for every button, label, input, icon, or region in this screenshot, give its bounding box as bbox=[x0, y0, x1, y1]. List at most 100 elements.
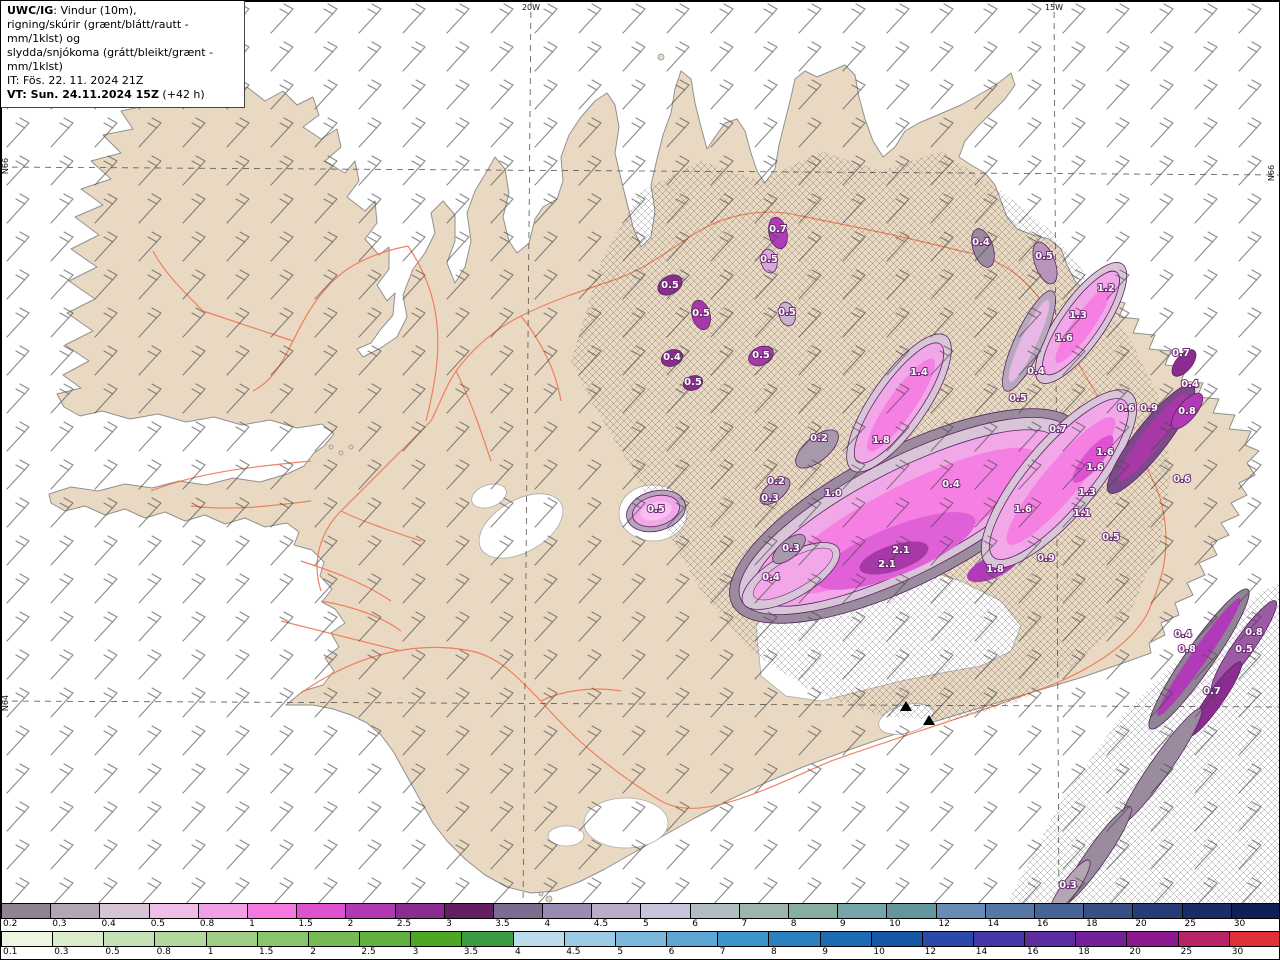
precip-value-label: 0.7 bbox=[769, 224, 787, 235]
rain-scale-cell bbox=[871, 932, 923, 946]
precip-value-label: 0.3 bbox=[761, 493, 779, 504]
rain-scale-cell bbox=[104, 932, 156, 946]
rain-scale-cell bbox=[513, 932, 565, 946]
rain-scale-cell bbox=[257, 932, 309, 946]
scale-tick-label: 0.4 bbox=[101, 919, 116, 929]
scale-tick-label: 7 bbox=[719, 947, 726, 957]
rain-scale-cell bbox=[308, 932, 361, 946]
snow-scale-cell bbox=[1, 904, 52, 918]
snow-scale-cell bbox=[100, 904, 150, 918]
rain-scale-cell bbox=[1229, 932, 1279, 946]
snow-scale-cell bbox=[739, 904, 789, 918]
rain-scale-cell bbox=[973, 932, 1026, 946]
snow-scale-cell bbox=[297, 904, 347, 918]
precip-value-label: 0.3 bbox=[1059, 880, 1077, 891]
rain-scale-cell bbox=[820, 932, 872, 946]
forecast-title-box: UWC/IG: Vindur (10m), rigning/skúrir (gr… bbox=[1, 1, 245, 108]
precip-value-label: 1.6 bbox=[1014, 504, 1032, 515]
precip-value-label: 1.6 bbox=[1086, 462, 1104, 473]
scale-tick-label: 2.5 bbox=[396, 919, 412, 929]
rain-scale-cell bbox=[53, 932, 105, 946]
rain-scale-cell bbox=[360, 932, 412, 946]
rain-scale-cell bbox=[615, 932, 668, 946]
scale-tick-label: 18 bbox=[1086, 919, 1098, 929]
snow-scale-cell bbox=[887, 904, 937, 918]
precip-value-label: 0.5 bbox=[752, 350, 770, 361]
precip-value-label: 0.5 bbox=[661, 280, 679, 291]
snow-scale-cell bbox=[592, 904, 642, 918]
scale-tick-label: 4.5 bbox=[566, 947, 581, 957]
rain-scale-cell bbox=[206, 932, 258, 946]
rain-scale-cell bbox=[922, 932, 974, 946]
snow-scale-cell bbox=[149, 904, 199, 918]
scale-tick-label: 2 bbox=[310, 947, 316, 957]
precip-value-label: 0.7 bbox=[1203, 686, 1221, 697]
snow-scale-cell bbox=[346, 904, 396, 918]
precip-value-label: 0.8 bbox=[1245, 627, 1263, 638]
precip-value-label: 1.3 bbox=[1078, 487, 1096, 498]
scale-tick-label: 4 bbox=[544, 919, 551, 929]
scale-tick-label: 0.3 bbox=[52, 919, 67, 929]
precip-value-label: 0.2 bbox=[767, 476, 785, 487]
rain-scale-ticks: 0.1 0.3 0.5 0.8 1 1.5 2 2.5 3 3.5 4 4.5 5 6 7 8 9 10 12 14 1… bbox=[1, 947, 1279, 959]
snow-scale-cell bbox=[985, 904, 1035, 918]
scale-tick-label: 12 bbox=[938, 919, 950, 929]
wind-barbs-field bbox=[1, 1, 1279, 905]
scale-tick-label: 0.5 bbox=[105, 947, 120, 957]
meridian-label: 15W bbox=[1045, 3, 1063, 12]
parallel-label: N66 bbox=[1, 158, 10, 174]
scale-tick-label: 16 bbox=[1027, 947, 1039, 957]
precip-value-label: 0.9 bbox=[1140, 403, 1158, 414]
scale-tick-label: 2.5 bbox=[361, 947, 376, 957]
precip-value-label: 1.3 bbox=[1069, 310, 1087, 321]
scale-tick-label: 8 bbox=[790, 919, 797, 929]
snow-scale-cell bbox=[247, 904, 298, 918]
rain-scale-cell bbox=[1127, 932, 1179, 946]
precip-value-label: 0.4 bbox=[1181, 379, 1199, 390]
valid-time: VT: Sun. 24.11.2024 15Z (+42 h) bbox=[7, 88, 205, 102]
rain-scale-cell bbox=[1178, 932, 1230, 946]
scale-tick-label: 0.3 bbox=[54, 947, 69, 957]
scale-tick-label: 3 bbox=[412, 947, 419, 957]
precip-value-label: 1.2 bbox=[1097, 283, 1115, 294]
product-code: UWC/IG bbox=[7, 4, 54, 17]
precip-value-label: 0.3 bbox=[782, 543, 800, 554]
precip-value-label: 0.5 bbox=[760, 254, 778, 265]
precip-value-label: 0.4 bbox=[972, 237, 990, 248]
scale-tick-label: 0.8 bbox=[199, 919, 215, 929]
scale-tick-label: 2 bbox=[347, 919, 354, 929]
snow-scale-cell bbox=[1182, 904, 1232, 918]
scale-tick-label: 14 bbox=[987, 919, 1000, 929]
meridian-label: 20W bbox=[522, 3, 540, 12]
precip-value-label: 0.4 bbox=[1174, 629, 1192, 640]
precip-value-label: 1.0 bbox=[824, 488, 842, 499]
precip-value-label: 0.9 bbox=[1037, 553, 1055, 564]
scale-tick-label: 1.5 bbox=[259, 947, 274, 957]
scale-tick-label: 3.5 bbox=[495, 919, 510, 929]
scale-tick-label: 5 bbox=[617, 947, 624, 957]
rain-scale-cell bbox=[667, 932, 719, 946]
precip-value-label: 0.5 bbox=[1102, 532, 1120, 543]
scale-tick-label: 10 bbox=[889, 919, 901, 929]
parallel-label: N66 bbox=[1267, 165, 1276, 181]
scale-tick-label: 20 bbox=[1129, 947, 1141, 957]
snow-scale-cell bbox=[1133, 904, 1183, 918]
precip-value-label: 0.7 bbox=[1049, 424, 1067, 435]
scale-tick-label: 1.5 bbox=[298, 919, 313, 929]
scale-tick-label: 20 bbox=[1135, 919, 1147, 929]
scale-tick-label: 3 bbox=[446, 919, 452, 929]
scale-tick-label: 18 bbox=[1078, 947, 1090, 957]
title-line-1: UWC/IG: Vindur (10m), bbox=[7, 4, 137, 17]
scale-tick-label: 6 bbox=[692, 919, 698, 929]
snow-scale-cell bbox=[936, 904, 986, 918]
title-line-2: rigning/skúrir (grænt/blátt/rautt - mm/1… bbox=[7, 18, 189, 46]
precip-value-label: 0.4 bbox=[762, 572, 780, 583]
scale-tick-label: 1 bbox=[249, 919, 255, 929]
precip-value-label: 0.5 bbox=[692, 308, 710, 319]
precip-value-label: 0.4 bbox=[663, 352, 681, 363]
precip-value-label: 0.7 bbox=[1172, 348, 1190, 359]
precip-value-label: 0.6 bbox=[1173, 474, 1191, 485]
precip-value-label: 1.8 bbox=[872, 435, 890, 446]
scale-tick-label: 8 bbox=[771, 947, 777, 957]
precip-value-label: 0.5 bbox=[778, 307, 796, 318]
